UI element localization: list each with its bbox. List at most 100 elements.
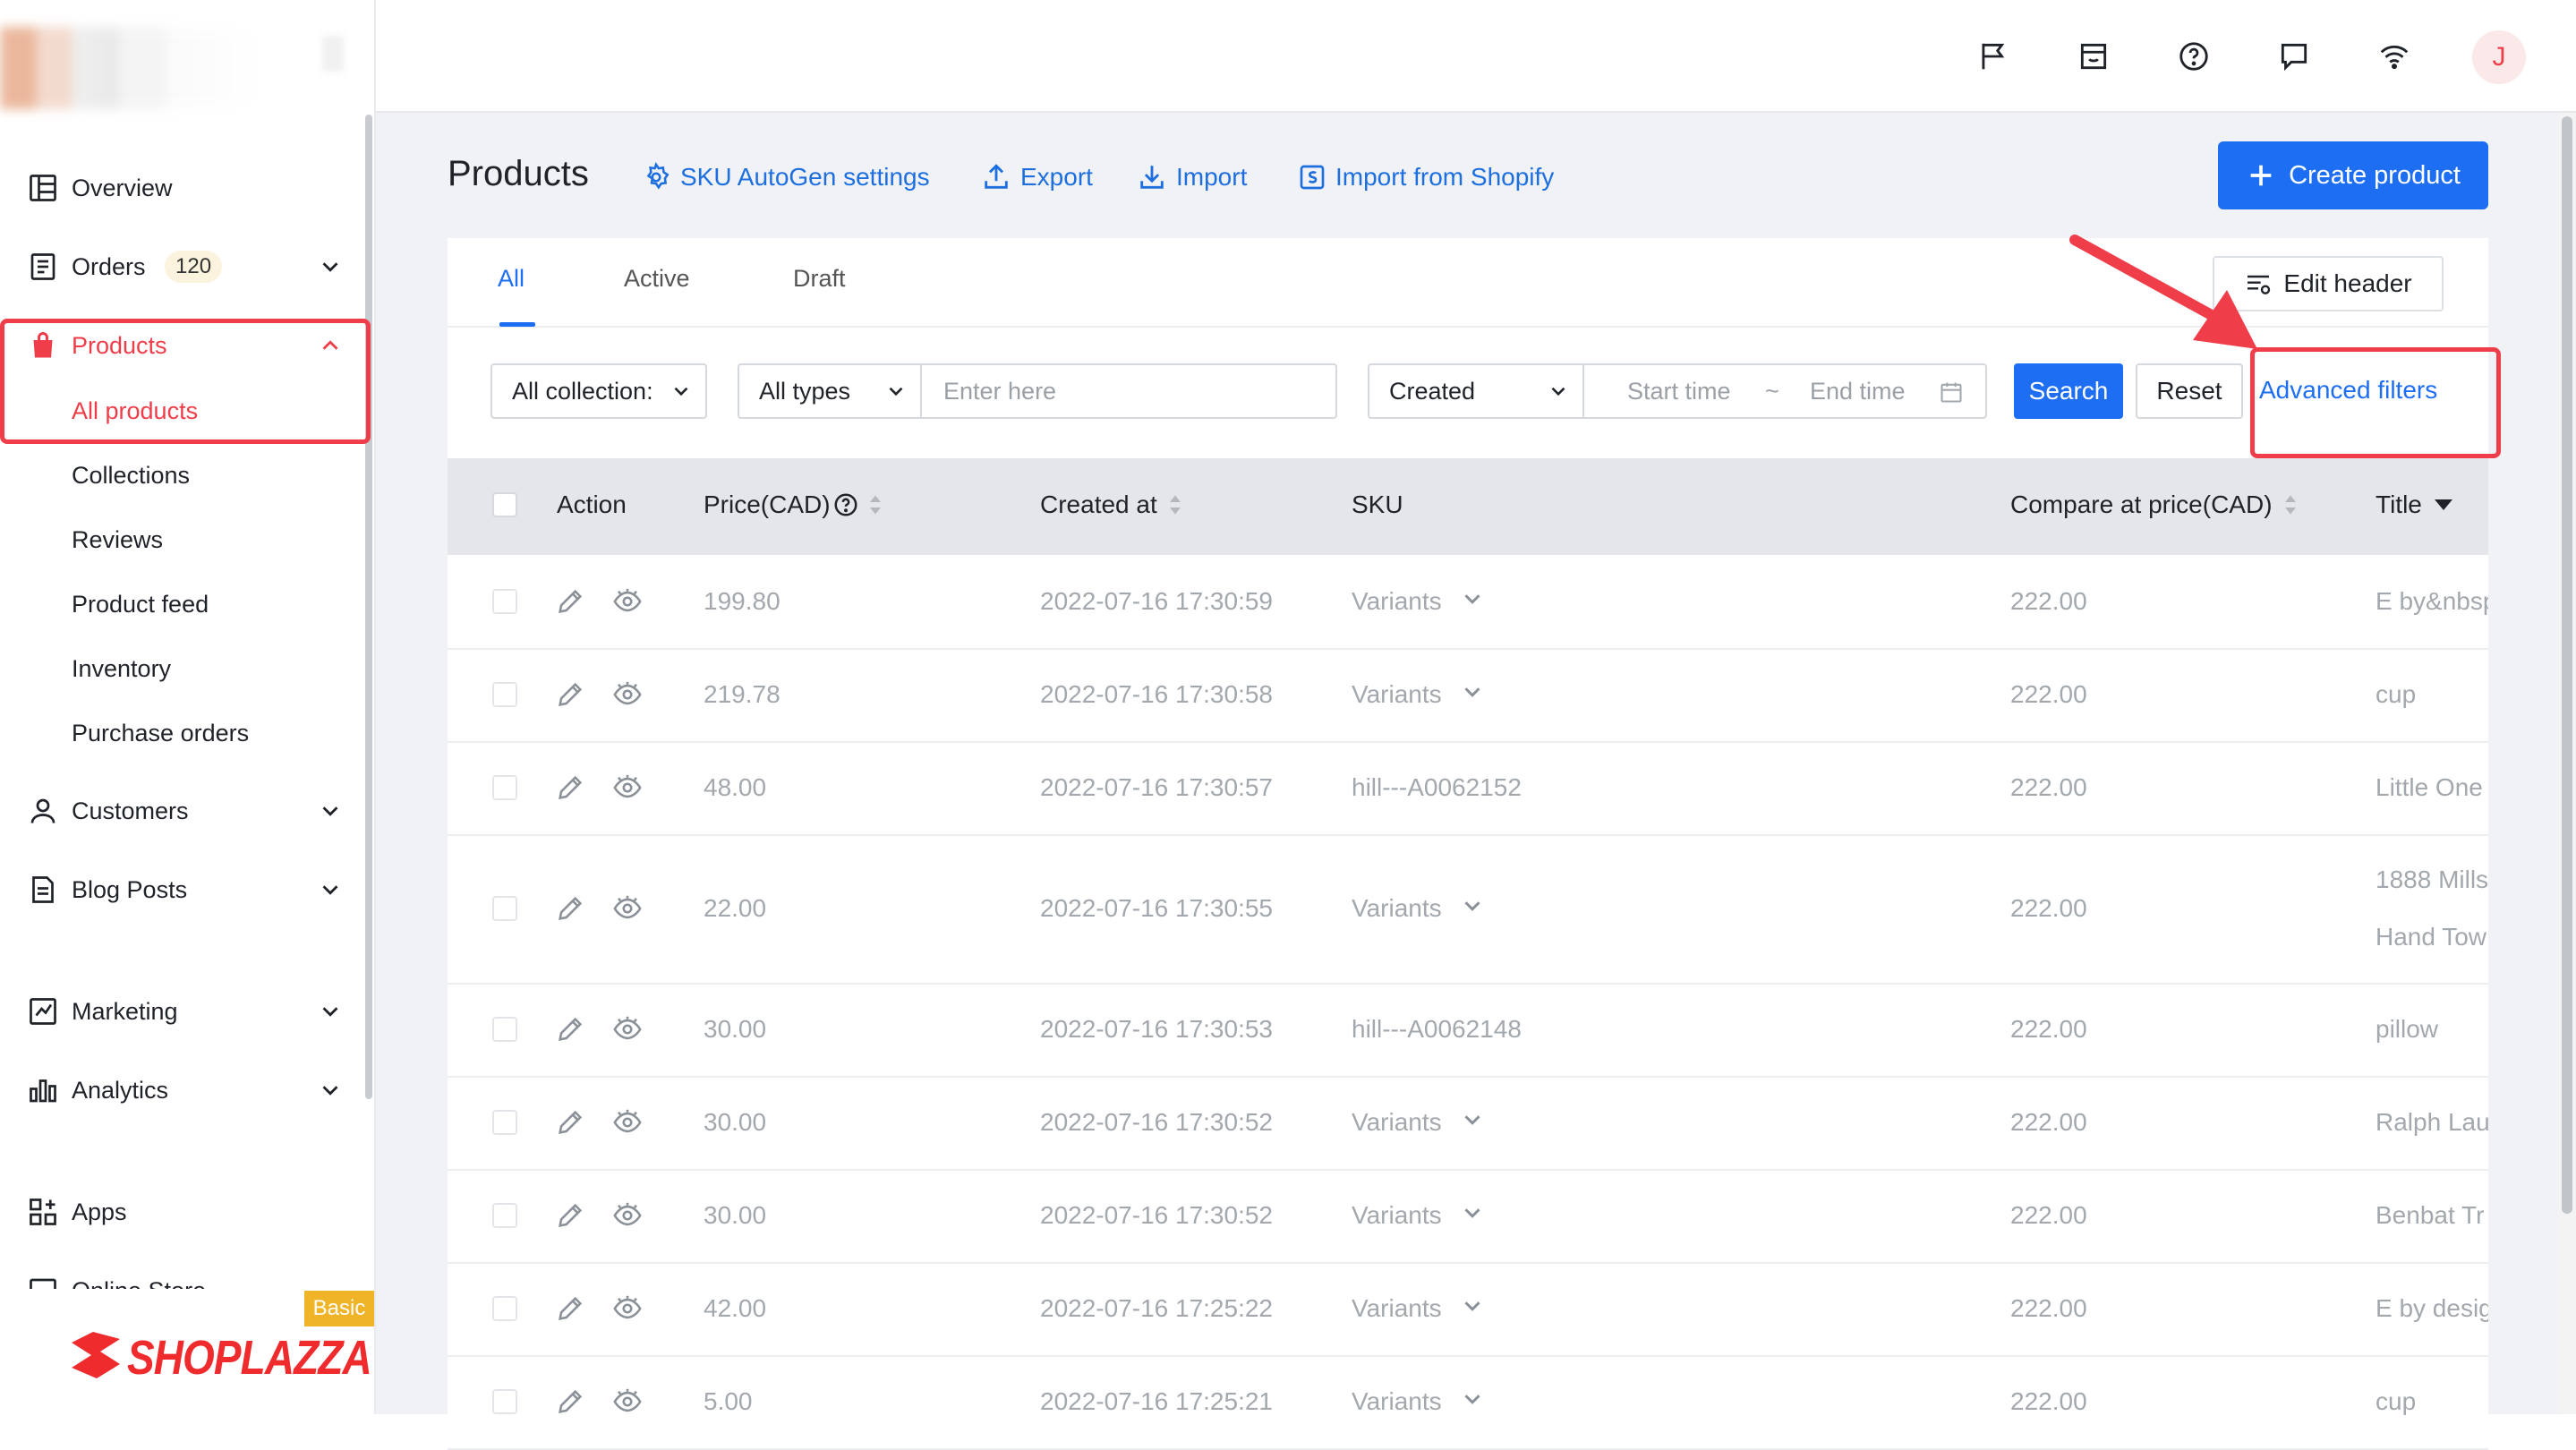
import-link[interactable]: Import	[1137, 158, 1247, 197]
edit-pencil-icon[interactable]	[555, 1386, 585, 1417]
view-eye-icon[interactable]	[612, 772, 643, 803]
sidebar-item-overview[interactable]: Overview	[0, 161, 369, 215]
sidebar-item-analytics[interactable]: Analytics	[0, 1063, 369, 1117]
cell-title[interactable]: cup	[2376, 1387, 2488, 1416]
sidebar-item-orders[interactable]: Orders 120	[0, 240, 369, 294]
view-eye-icon[interactable]	[612, 1014, 643, 1045]
row-checkbox[interactable]	[492, 682, 517, 707]
sku-autogen-settings-link[interactable]: SKU AutoGen settings	[641, 158, 930, 197]
row-checkbox[interactable]	[492, 1017, 517, 1042]
caret-down-icon[interactable]	[2433, 494, 2454, 516]
chevron-down-icon[interactable]	[317, 253, 344, 280]
column-header-compare-at-price[interactable]: Compare at price(CAD)	[2010, 490, 2299, 519]
view-eye-icon[interactable]	[612, 1107, 643, 1138]
variants-chevron-down-icon[interactable]	[1459, 585, 1486, 612]
cell-title[interactable]: Ralph Lau	[2376, 1108, 2488, 1137]
sidebar-item-marketing[interactable]: Marketing	[0, 985, 369, 1038]
row-checkbox[interactable]	[492, 1110, 517, 1135]
create-product-button[interactable]: Create product	[2218, 141, 2488, 209]
search-input[interactable]	[942, 376, 1335, 406]
sidebar-subitem-inventory[interactable]: Inventory	[72, 646, 171, 691]
end-time-input[interactable]: End time	[1810, 378, 1906, 405]
sidebar-subitem-reviews[interactable]: Reviews	[72, 517, 163, 562]
view-eye-icon[interactable]	[612, 1293, 643, 1324]
edit-pencil-icon[interactable]	[555, 1200, 585, 1231]
sort-icon[interactable]	[1166, 491, 1184, 518]
sidebar-subitem-collections[interactable]: Collections	[72, 453, 190, 498]
chevron-down-icon[interactable]	[317, 998, 344, 1025]
row-checkbox[interactable]	[492, 1203, 517, 1228]
row-checkbox[interactable]	[492, 1296, 517, 1321]
storefront-icon[interactable]	[2077, 39, 2111, 73]
variants-chevron-down-icon[interactable]	[1459, 1199, 1486, 1226]
chevron-down-icon[interactable]	[317, 876, 344, 903]
chevron-down-icon[interactable]	[317, 798, 344, 824]
tab-draft[interactable]: Draft	[793, 265, 846, 293]
row-checkbox[interactable]	[492, 1389, 517, 1414]
date-range-picker[interactable]: Start time ~ End time	[1582, 363, 1987, 419]
start-time-input[interactable]: Start time	[1627, 378, 1731, 405]
row-checkbox[interactable]	[492, 775, 517, 800]
flag-icon[interactable]	[1976, 39, 2010, 73]
message-icon[interactable]	[2277, 39, 2311, 73]
row-checkbox[interactable]	[492, 589, 517, 614]
store-logo[interactable]	[0, 27, 260, 109]
type-select[interactable]: All types	[738, 363, 922, 419]
row-checkbox[interactable]	[492, 896, 517, 921]
edit-pencil-icon[interactable]	[555, 586, 585, 617]
view-eye-icon[interactable]	[612, 586, 643, 617]
reset-button[interactable]: Reset	[2136, 363, 2243, 419]
column-header-title[interactable]: Title	[2376, 490, 2454, 519]
sidebar-item-apps[interactable]: Apps	[0, 1185, 369, 1239]
sidebar-subitem-product-feed[interactable]: Product feed	[72, 582, 209, 627]
cell-created-at: 2022-07-16 17:25:21	[1040, 1387, 1273, 1415]
page-scrollbar-thumb[interactable]	[2562, 116, 2572, 1214]
view-eye-icon[interactable]	[612, 1200, 643, 1231]
sidebar-item-blog-posts[interactable]: Blog Posts	[0, 863, 369, 917]
edit-pencil-icon[interactable]	[555, 679, 585, 710]
cell-title[interactable]: E by&nbsp;	[2376, 587, 2488, 616]
cell-title[interactable]: 1888 Mills	[2376, 866, 2488, 894]
edit-pencil-icon[interactable]	[555, 1014, 585, 1045]
view-eye-icon[interactable]	[612, 893, 643, 924]
wifi-icon[interactable]	[2377, 39, 2411, 73]
sort-icon[interactable]	[866, 491, 884, 518]
column-header-created-at[interactable]: Created at	[1040, 490, 1184, 519]
edit-pencil-icon[interactable]	[555, 1293, 585, 1324]
help-icon[interactable]	[832, 491, 859, 518]
view-eye-icon[interactable]	[612, 1386, 643, 1417]
search-field[interactable]	[920, 363, 1337, 419]
import-from-shopify-link[interactable]: Import from Shopify	[1298, 158, 1554, 197]
cell-title[interactable]: pillow	[2376, 1015, 2488, 1044]
date-field-select[interactable]: Created	[1368, 363, 1584, 419]
column-header-price[interactable]: Price(CAD)	[704, 490, 884, 519]
edit-pencil-icon[interactable]	[555, 772, 585, 803]
sidebar-scrollbar[interactable]	[365, 115, 372, 1099]
export-link[interactable]: Export	[981, 158, 1093, 197]
view-eye-icon[interactable]	[612, 679, 643, 710]
search-button[interactable]: Search	[2014, 363, 2123, 419]
cell-title-line2[interactable]: Hand Tow	[2376, 923, 2488, 951]
sidebar-item-customers[interactable]: Customers	[0, 784, 369, 838]
cell-title[interactable]: cup	[2376, 680, 2488, 709]
page-scrollbar[interactable]	[2558, 113, 2576, 1414]
sidebar-subitem-purchase-orders[interactable]: Purchase orders	[72, 711, 249, 755]
variants-chevron-down-icon[interactable]	[1459, 1292, 1486, 1319]
cell-title[interactable]: Little One	[2376, 773, 2488, 802]
chevron-down-icon[interactable]	[317, 1077, 344, 1104]
cell-title[interactable]: Benbat Tr	[2376, 1201, 2488, 1230]
variants-chevron-down-icon[interactable]	[1459, 1386, 1486, 1412]
edit-pencil-icon[interactable]	[555, 893, 585, 924]
collection-select[interactable]: All collection:	[490, 363, 707, 419]
select-all-checkbox[interactable]	[492, 492, 517, 517]
sort-icon[interactable]	[2282, 491, 2299, 518]
variants-chevron-down-icon[interactable]	[1459, 678, 1486, 705]
edit-pencil-icon[interactable]	[555, 1107, 585, 1138]
cell-title[interactable]: E by desig	[2376, 1294, 2488, 1323]
avatar[interactable]: J	[2472, 30, 2526, 84]
variants-chevron-down-icon[interactable]	[1459, 892, 1486, 919]
tab-all[interactable]: All	[498, 265, 525, 293]
help-icon[interactable]	[2177, 39, 2211, 73]
tab-active[interactable]: Active	[624, 265, 690, 293]
variants-chevron-down-icon[interactable]	[1459, 1106, 1486, 1133]
